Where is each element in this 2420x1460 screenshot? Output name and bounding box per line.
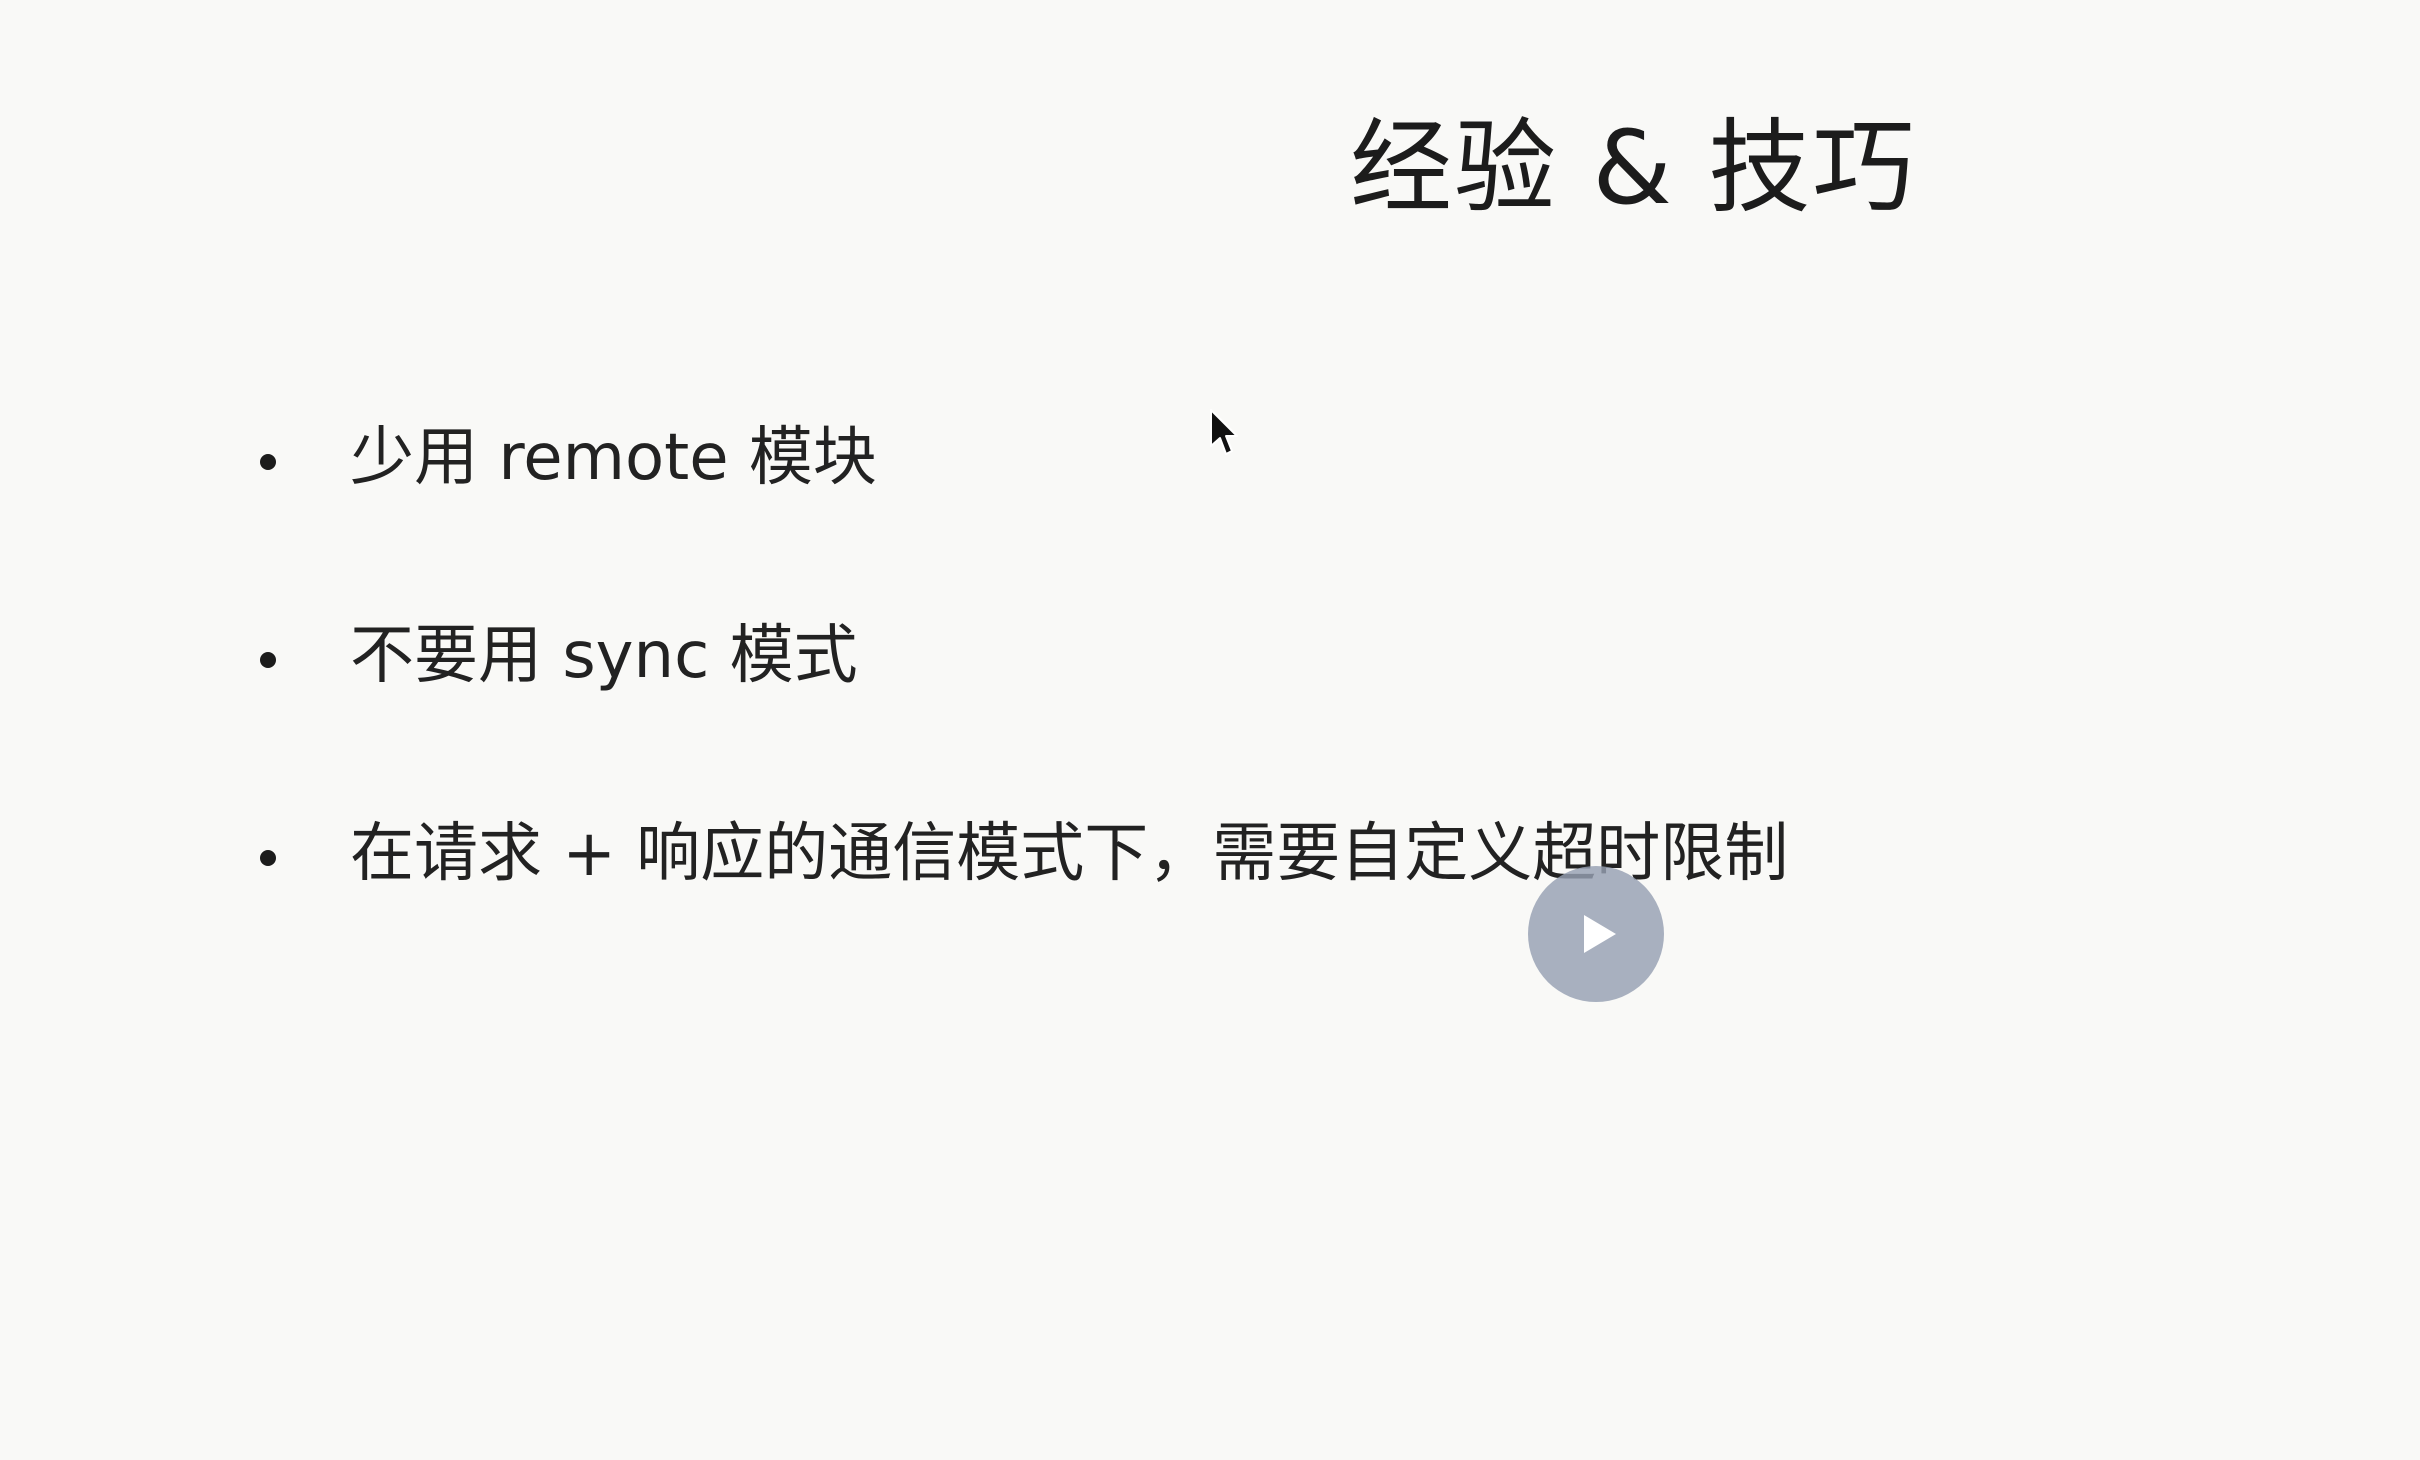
bullet-text: 少用 remote 模块 bbox=[350, 421, 877, 495]
presentation-slide: 经验 & 技巧 少用 remote 模块 不要用 sync 模式 在请求 + 响… bbox=[0, 0, 2420, 1460]
bullet-dot-icon bbox=[260, 652, 276, 668]
bullet-item: 不要用 sync 模式 bbox=[260, 618, 1788, 816]
bullet-item: 少用 remote 模块 bbox=[260, 420, 1788, 618]
bullet-dot-icon bbox=[260, 850, 276, 866]
bullet-dot-icon bbox=[260, 454, 276, 470]
mouse-pointer-icon bbox=[1210, 409, 1238, 455]
play-icon bbox=[1584, 915, 1616, 953]
slide-title: 经验 & 技巧 bbox=[1350, 109, 1917, 228]
play-button[interactable] bbox=[1528, 866, 1664, 1002]
bullet-text: 不要用 sync 模式 bbox=[350, 619, 858, 693]
